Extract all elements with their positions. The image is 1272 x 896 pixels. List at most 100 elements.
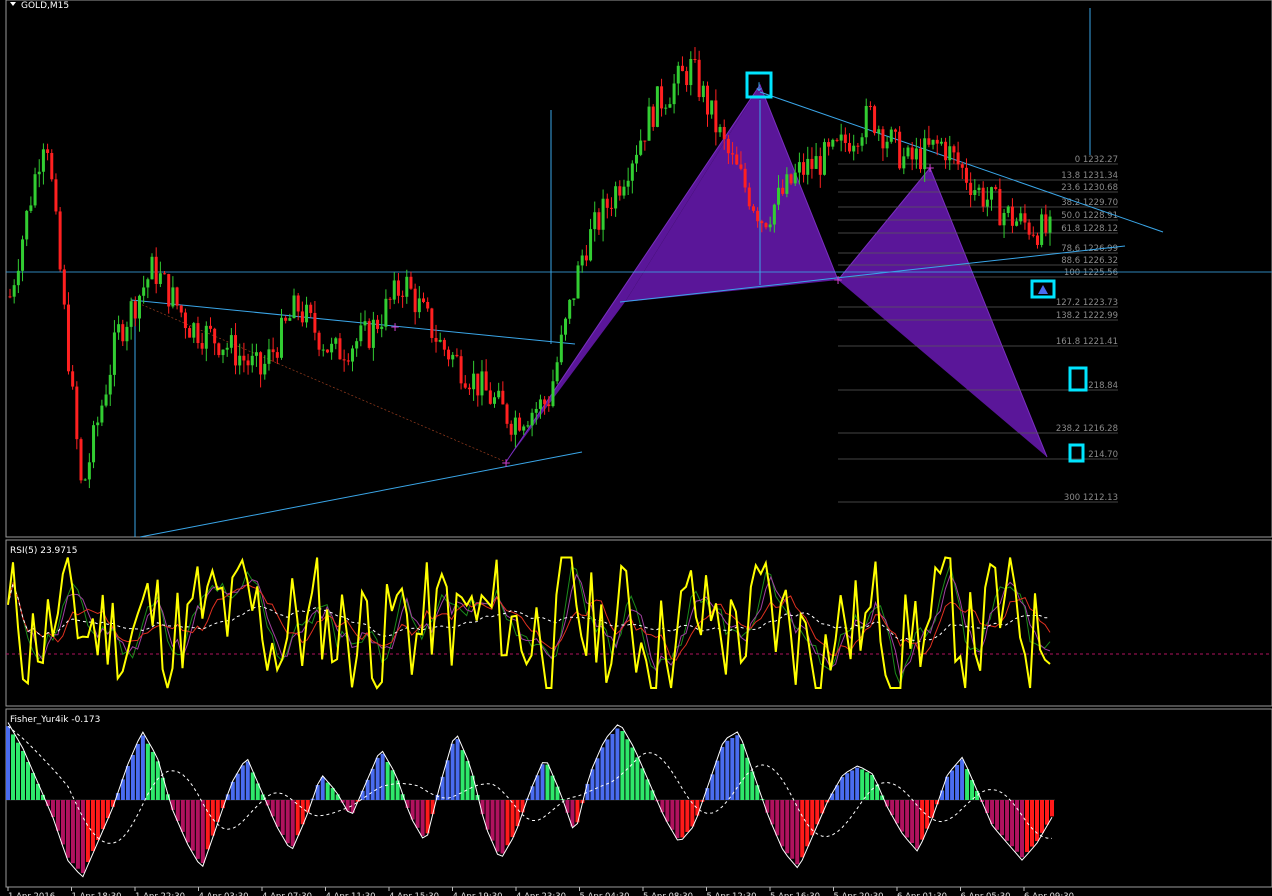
candle-body (597, 212, 601, 230)
candle-body (87, 462, 91, 480)
candle-body (802, 162, 806, 175)
candle-body (530, 412, 534, 426)
x-tick-label: 4 Apr 03:30 (199, 892, 249, 896)
candle-body (388, 298, 392, 300)
chart-window[interactable]: 0 1232.27 13.8 1231.34 23.6 1230.68 38.2 12… (0, 0, 1272, 896)
candle-body (246, 360, 250, 366)
candle-body (630, 163, 634, 181)
candle-body (58, 211, 62, 270)
candle-body (330, 343, 334, 353)
candle-body (451, 354, 455, 360)
candle-body (735, 154, 739, 165)
fib-label: 61.8 1228.12 (1061, 224, 1118, 234)
candle-body (827, 142, 831, 147)
fisher-bar (70, 800, 75, 864)
candle-body (75, 386, 79, 440)
fisher-bar (640, 768, 645, 800)
symbol-title: GOLD,M15 (21, 1, 69, 11)
arrow-up-icon (1038, 285, 1048, 294)
candle-body (981, 187, 985, 207)
fisher-bar (135, 743, 140, 800)
candle-body (927, 138, 931, 145)
pattern-triangle-bcd (838, 168, 1047, 457)
candle-body (438, 339, 442, 342)
fisher-bar (920, 800, 925, 840)
fisher-bar (595, 758, 600, 800)
candle-body (873, 106, 877, 134)
fib-label: 88.6 1226.32 (1061, 256, 1118, 266)
fisher-bar (865, 772, 870, 800)
candle-body (843, 134, 847, 143)
candle-body (593, 212, 597, 230)
candle-body (154, 256, 158, 284)
candle-body (781, 187, 785, 194)
candle-body (455, 354, 459, 357)
trendline-lower-left[interactable] (139, 451, 583, 538)
fisher-bar (650, 790, 655, 800)
candle-body (167, 274, 171, 307)
candle-body (994, 187, 998, 189)
candle-body (789, 174, 793, 184)
candle-body (584, 255, 588, 261)
fisher-bar (200, 800, 205, 864)
candle-body (772, 204, 776, 225)
candle-body (831, 139, 835, 147)
candle-body (655, 86, 659, 127)
fisher-bar (145, 743, 150, 800)
candle-body (818, 156, 822, 175)
candle-body (234, 335, 238, 366)
fib-label: 50.0 1228.91 (1061, 211, 1118, 221)
fisher-bar (845, 773, 850, 800)
symbol-header[interactable]: GOLD,M15 (10, 1, 69, 11)
candle-body (651, 106, 655, 127)
candle-body (188, 328, 192, 338)
fisher-bar (910, 800, 915, 844)
signal-box-target-1[interactable] (1068, 366, 1088, 392)
fisher-bar (770, 800, 775, 825)
fib-label: 161.8 1221.41 (1056, 337, 1118, 347)
fisher-bar (850, 770, 855, 800)
candle-body (434, 337, 438, 342)
candle-body (718, 126, 722, 133)
candle-body (229, 335, 233, 348)
fisher-bar (590, 769, 595, 800)
candle-body (777, 187, 781, 205)
fisher-bar (360, 790, 365, 800)
fisher-bar (205, 800, 210, 850)
candle-body (217, 343, 221, 356)
candle-body (680, 65, 684, 72)
candle-body (756, 210, 760, 222)
x-tick-label: 1 Apr 22:30 (135, 892, 185, 896)
candle-body (288, 318, 292, 321)
candle-body (83, 479, 87, 481)
fisher-bar (545, 764, 550, 800)
candle-body (380, 326, 384, 329)
candle-body (16, 270, 20, 286)
candle-body (1040, 214, 1044, 245)
fisher-bar (605, 739, 610, 800)
dropdown-triangle-icon[interactable] (10, 2, 16, 6)
fisher-bar (800, 800, 805, 858)
candle-body (163, 273, 167, 275)
candle-body (910, 147, 914, 160)
candle-body (1035, 235, 1039, 245)
candle-body (526, 425, 530, 427)
candle-body (572, 298, 576, 300)
fisher-bar (465, 761, 470, 800)
fisher-bar (90, 800, 95, 852)
fisher-bar (285, 800, 290, 844)
chart-canvas[interactable]: 0 1232.2713.8 1231.3423.6 1230.6838.2 12… (0, 0, 1272, 896)
candle-body (317, 332, 321, 350)
fisher-bar (550, 775, 555, 800)
time-axis: 1 Apr 2016 1 Apr 18:30 1 Apr 22:30 4 Apr 03… (7, 887, 1074, 896)
candle-body (392, 280, 396, 300)
fisher-bar (75, 800, 80, 869)
candle-body (1027, 222, 1031, 235)
x-tick-label: 1 Apr 18:30 (72, 892, 122, 896)
pivot-marker-1: + (390, 320, 400, 334)
fisher-bar (130, 754, 135, 800)
pivot-marker-3: + (925, 161, 935, 175)
candle-body (614, 186, 618, 209)
fisher-bar (65, 800, 70, 858)
candle-body (1031, 234, 1035, 236)
